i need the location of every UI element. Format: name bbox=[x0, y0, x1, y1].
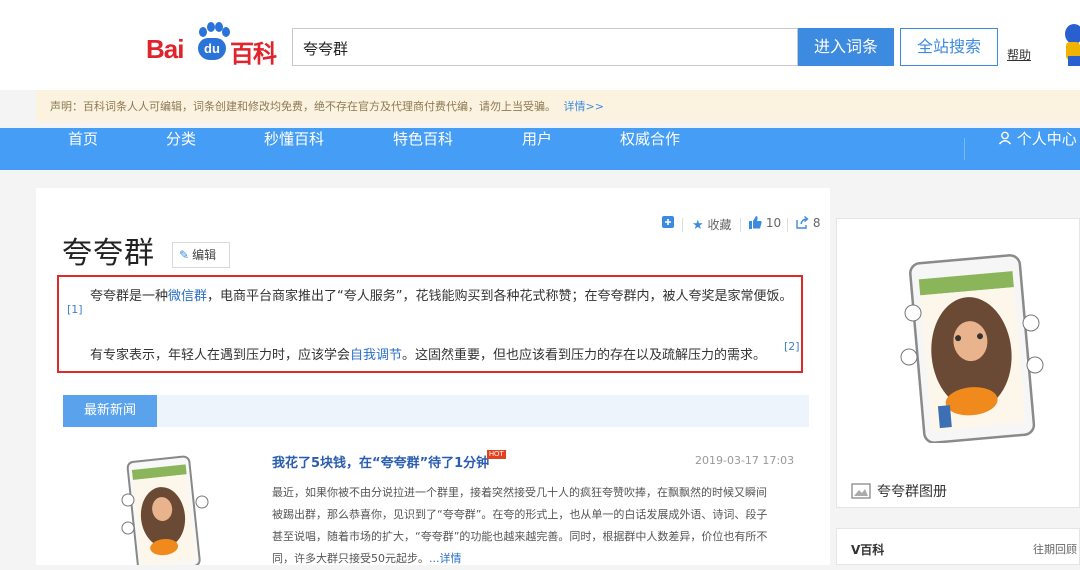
notice-text: 声明：百科词条人人可编辑，词条创建和修改均免费，绝不存在官方及代理商付费代编，请… bbox=[50, 100, 556, 113]
favorite-button[interactable]: ★ 收藏 bbox=[692, 216, 732, 233]
album-link[interactable]: 夸夸群图册 bbox=[851, 481, 947, 501]
share-icon bbox=[796, 215, 809, 229]
past-review-link[interactable]: 往期回顾 bbox=[1033, 541, 1077, 557]
nav-item-users[interactable]: 用户 bbox=[522, 128, 552, 170]
reference-1-link[interactable]: [1] bbox=[67, 303, 83, 316]
favorite-label: 收藏 bbox=[707, 218, 732, 232]
like-button[interactable]: 10 bbox=[749, 216, 781, 230]
album-label-text: 夸夸群图册 bbox=[877, 484, 947, 500]
baidu-baike-logo[interactable]: Bai du 百科 bbox=[146, 22, 278, 68]
nav-item-category[interactable]: 分类 bbox=[166, 128, 196, 170]
mascot-icon bbox=[1065, 24, 1080, 66]
user-icon bbox=[998, 131, 1012, 145]
pencil-icon: ✎ bbox=[179, 248, 190, 262]
edit-button[interactable]: ✎ 编辑 bbox=[172, 242, 230, 268]
edit-label: 编辑 bbox=[192, 248, 217, 262]
search-input[interactable]: 夸夸群 bbox=[292, 28, 798, 66]
tool-divider bbox=[740, 218, 741, 232]
nav-item-home[interactable]: 首页 bbox=[68, 128, 98, 170]
share-count: 8 bbox=[812, 216, 821, 230]
news-date: 2019-03-17 17:03 bbox=[695, 454, 795, 467]
album-cover-image[interactable] bbox=[897, 253, 1047, 443]
site-search-button[interactable]: 全站搜索 bbox=[900, 28, 998, 66]
hot-badge: HOT bbox=[487, 450, 506, 459]
like-count: 10 bbox=[765, 216, 782, 230]
news-line-last: 同，许多大群只接受50元起步。...详情 bbox=[272, 552, 462, 565]
tool-divider bbox=[787, 218, 788, 232]
news-thumbnail-image[interactable] bbox=[88, 448, 218, 565]
summary-paragraph-1: 夸夸群是一种微信群，电商平台商家推出了“夸人服务”，花钱能购买到各种花式称赞；在… bbox=[90, 285, 793, 304]
news-more-link[interactable]: ...详情 bbox=[429, 552, 462, 565]
add-icon[interactable] bbox=[662, 216, 674, 231]
para2-text-rest: 。这固然重要，但也应该看到压力的存在以及疏解压力的需求。 bbox=[402, 348, 767, 363]
share-button[interactable]: 8 bbox=[796, 215, 821, 230]
nav-divider bbox=[964, 138, 965, 160]
top-header: Bai du 百科 夸夸群 进入词条 全站搜索 帮助 bbox=[0, 0, 1080, 90]
notice-more-link[interactable]: 详情>> bbox=[564, 100, 604, 113]
main-nav: 首页 分类 秒懂百科 特色百科 用户 权威合作 个人中心 bbox=[0, 128, 1080, 170]
nav-item-partners[interactable]: 权威合作 bbox=[620, 128, 680, 170]
v-baike-panel: V百科 往期回顾 bbox=[836, 528, 1080, 565]
user-center-label: 个人中心 bbox=[1016, 130, 1077, 148]
tab-latest-news[interactable]: 最新新闻 bbox=[63, 395, 157, 427]
star-icon: ★ bbox=[692, 218, 704, 233]
nav-user-center[interactable]: 个人中心 bbox=[998, 128, 1077, 170]
thumb-up-icon bbox=[749, 216, 762, 229]
self-adjust-link[interactable]: 自我调节 bbox=[350, 348, 402, 363]
page-title: 夸夸群 bbox=[62, 236, 155, 271]
album-card[interactable]: 夸夸群图册 bbox=[836, 218, 1080, 508]
news-line: 被踢出群，那么恭喜你，见识到了“夸夸群”。在夸的形式上，也从单一的白话发展成外语… bbox=[272, 508, 768, 521]
image-icon bbox=[851, 483, 871, 499]
para1-text-rest: ，电商平台商家推出了“夸人服务”，花钱能购买到各种花式称赞；在夸夸群内，被人夸奖… bbox=[207, 289, 793, 304]
logo-bai-text: Bai bbox=[146, 34, 184, 64]
logo-baike-text: 百科 bbox=[230, 40, 277, 68]
wechat-group-link[interactable]: 微信群 bbox=[168, 289, 207, 304]
news-header: 最新新闻 bbox=[63, 395, 809, 427]
article-card: ★ 收藏 10 8 夸夸群 ✎ 编辑 夸夸群是一种微信群，电商平台商家推出了“夸人… bbox=[36, 188, 830, 565]
news-line: 甚至说唱，随着市场的扩大，“夸夸群”的功能也越来越完善。同时，根据群中人数差异，… bbox=[272, 530, 768, 543]
summary-paragraph-2: 有专家表示，年轻人在遇到压力时，应该学会自我调节。这固然重要，但也应该看到压力的… bbox=[90, 344, 766, 363]
logo-du-text: du bbox=[198, 38, 226, 60]
paw-icon: du bbox=[194, 22, 230, 62]
nav-item-featured[interactable]: 特色百科 bbox=[393, 128, 453, 170]
nav-item-miaodong[interactable]: 秒懂百科 bbox=[264, 128, 324, 170]
para1-text: 夸夸群是一种 bbox=[90, 289, 169, 304]
enter-entry-button[interactable]: 进入词条 bbox=[798, 28, 894, 66]
para2-text: 有专家表示，年轻人在遇到压力时，应该学会 bbox=[90, 348, 351, 363]
notice-bar: 声明：百科词条人人可编辑，词条创建和修改均免费，绝不存在官方及代理商付费代编，请… bbox=[36, 90, 1080, 122]
news-summary: 最近，如果你被不由分说拉进一个群里，接着突然接受几十人的疯狂夸赞吹捧，在飘飘然的… bbox=[272, 482, 792, 570]
news-title-link[interactable]: 我花了5块钱，在“夸夸群”待了1分钟 bbox=[272, 452, 489, 471]
news-line: 最近，如果你被不由分说拉进一个群里，接着突然接受几十人的疯狂夸赞吹捧，在飘飘然的… bbox=[272, 486, 767, 499]
help-link[interactable]: 帮助 bbox=[1007, 46, 1031, 63]
v-baike-title: V百科 bbox=[851, 543, 885, 557]
reference-2-link[interactable]: [2] bbox=[784, 340, 800, 353]
tool-divider bbox=[682, 218, 683, 232]
